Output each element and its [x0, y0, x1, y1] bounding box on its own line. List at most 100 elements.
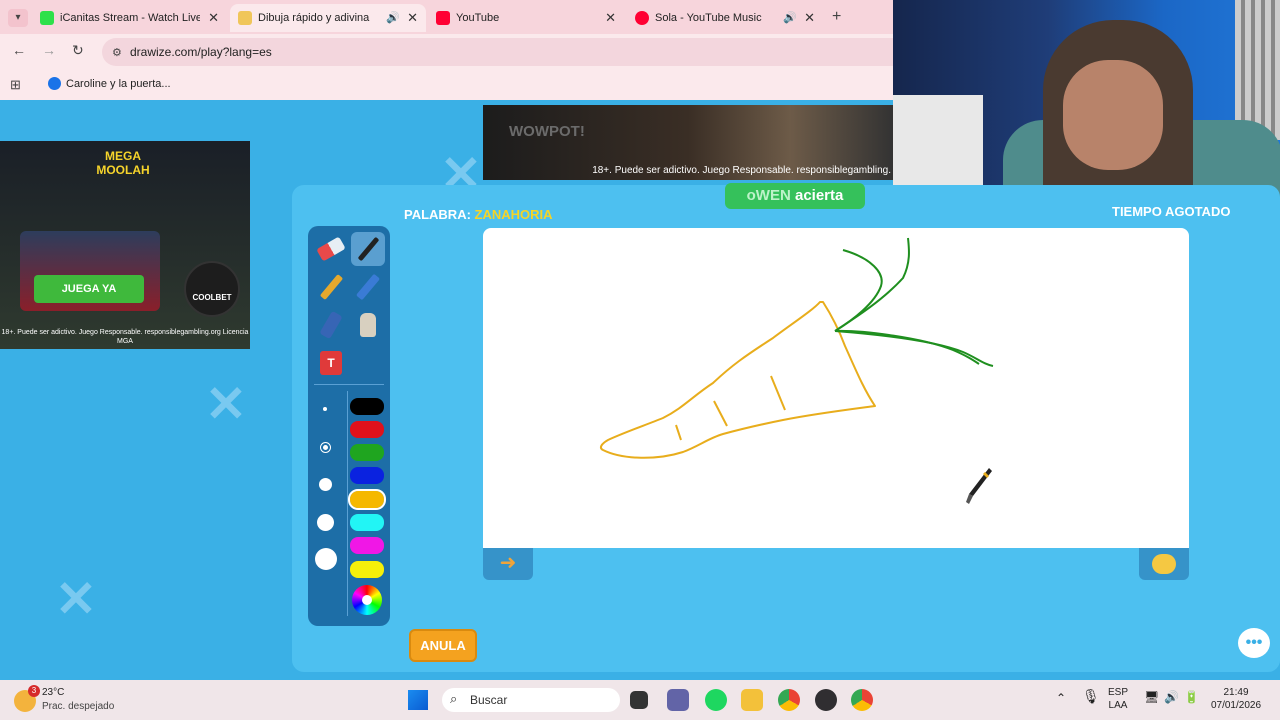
- file-explorer-icon[interactable]: [741, 689, 763, 711]
- brush-size-3[interactable]: [319, 478, 332, 491]
- tab-drawize[interactable]: Dibuja rápido y adivina 🔊 ✕: [230, 4, 426, 32]
- brush-size-4[interactable]: [317, 514, 334, 531]
- lang-bottom: LAA: [1108, 700, 1128, 711]
- anula-button[interactable]: ANULA: [409, 629, 477, 662]
- timer-status: TIEMPO AGOTADO: [1112, 204, 1231, 219]
- volume-icon[interactable]: 🔊: [1164, 691, 1179, 704]
- color-swatch-red[interactable]: [350, 421, 384, 438]
- tab-youtube-music[interactable]: Sola - YouTube Music 🔊 ✕: [627, 4, 823, 32]
- carrot-line-3: [770, 375, 786, 411]
- url-text: drawize.com/play?lang=es: [130, 45, 272, 59]
- notice-action: acierta: [794, 187, 844, 204]
- color-swatch-magenta[interactable]: [350, 537, 384, 554]
- bookmark-item[interactable]: Caroline y la puerta...: [48, 77, 171, 90]
- windows-start-icon[interactable]: [408, 690, 428, 710]
- webcam-overlay: [893, 0, 1280, 216]
- close-tab-icon[interactable]: ✕: [208, 10, 219, 26]
- show-hidden-icons-icon[interactable]: ⌃: [1056, 692, 1066, 705]
- background-x-icon: ✕: [205, 376, 247, 432]
- network-icon[interactable]: 🖥: [1144, 691, 1159, 704]
- carrot-leaf-4: [834, 329, 980, 365]
- color-swatch-cyan[interactable]: [350, 514, 384, 531]
- chrome-icon[interactable]: [778, 689, 800, 711]
- brush-size-5[interactable]: [315, 548, 337, 570]
- hand-tool-icon[interactable]: [351, 308, 385, 342]
- taskbar-search[interactable]: ⌕ Buscar: [442, 688, 620, 712]
- site-info-icon[interactable]: ⚙: [112, 46, 122, 59]
- weather-badge: 3: [28, 685, 40, 697]
- background-x-icon: ✕: [55, 571, 97, 627]
- drawing-canvas[interactable]: [483, 228, 1189, 548]
- bookmark-favicon-icon: [48, 77, 61, 90]
- icanitas-favicon-icon: [40, 11, 54, 25]
- webcam-curtain: [1235, 0, 1280, 140]
- tab-youtube[interactable]: YouTube ✕: [428, 4, 624, 32]
- spotify-icon[interactable]: [705, 689, 727, 711]
- close-tab-icon[interactable]: ✕: [605, 10, 616, 26]
- reload-icon[interactable]: ↻: [72, 42, 84, 59]
- close-tab-icon[interactable]: ✕: [407, 10, 418, 26]
- ad-badge: COOLBET: [184, 261, 240, 317]
- forward-arrow-icon[interactable]: →: [42, 42, 56, 58]
- lang-top: ESP: [1108, 687, 1129, 698]
- new-tab-icon[interactable]: +: [832, 8, 841, 26]
- carrot-body-stroke: [599, 301, 876, 459]
- carrot-drawing: [599, 237, 994, 459]
- close-tab-icon[interactable]: ✕: [804, 10, 815, 26]
- obs-icon[interactable]: [815, 689, 837, 711]
- casino-ad-banner[interactable]: MEGA MOOLAH JUEGA YA COOLBET 18+. Puede …: [0, 141, 250, 349]
- task-view-icon[interactable]: [630, 691, 648, 709]
- weather-temp: 23°C: [42, 687, 65, 698]
- chat-bubble-icon[interactable]: •••: [1238, 628, 1270, 658]
- teams-icon[interactable]: [667, 689, 689, 711]
- eraser-tool-icon[interactable]: [314, 232, 348, 266]
- color-swatch-black[interactable]: [350, 398, 384, 415]
- marker-tool-icon[interactable]: [351, 270, 385, 304]
- clock-time: 21:49: [1223, 687, 1249, 698]
- spray-tool-icon[interactable]: [314, 308, 348, 342]
- back-arrow-icon[interactable]: ←: [12, 42, 26, 58]
- youtube-music-favicon-icon: [635, 11, 649, 25]
- color-wheel-icon[interactable]: [352, 585, 382, 615]
- sizes-divider: [347, 391, 348, 616]
- ad-disclaimer: 18+. Puede ser adictivo. Juego Responsab…: [592, 165, 891, 176]
- top-ad-banner[interactable]: WOWPOT! 18+. Puede ser adictivo. Juego R…: [483, 105, 893, 180]
- audio-playing-icon[interactable]: 🔊: [783, 11, 797, 24]
- tab-list-dropdown-icon[interactable]: ▾: [8, 9, 28, 27]
- color-swatch-yellow[interactable]: [350, 561, 384, 578]
- fill-bucket-tool-icon[interactable]: T: [314, 346, 348, 380]
- pencil-tool-icon[interactable]: [314, 270, 348, 304]
- battery-icon[interactable]: 🔋: [1184, 691, 1199, 704]
- color-swatch-blue[interactable]: [350, 467, 384, 484]
- audio-playing-icon[interactable]: 🔊: [386, 11, 400, 24]
- tools-divider: [314, 384, 384, 385]
- clock-date: 07/01/2026: [1210, 700, 1262, 711]
- word-display: PALABRA: ZANAHORIA: [404, 207, 553, 222]
- color-swatch-green[interactable]: [350, 444, 384, 461]
- webcam-person-face: [1063, 60, 1163, 170]
- tab-title: iCanitas Stream - Watch Live on: [60, 12, 200, 24]
- url-bar[interactable]: ⚙ drawize.com/play?lang=es: [102, 38, 893, 66]
- search-icon: ⌕: [450, 691, 458, 706]
- brush-size-2[interactable]: [321, 443, 330, 452]
- bookmark-label: Caroline y la puerta...: [66, 77, 171, 90]
- youtube-favicon-icon: [436, 11, 450, 25]
- chrome-profile-icon[interactable]: [851, 689, 873, 711]
- tab-icanitas[interactable]: iCanitas Stream - Watch Live on ✕: [32, 4, 227, 32]
- undo-button[interactable]: ➜: [483, 548, 533, 580]
- clear-canvas-button[interactable]: [1139, 548, 1189, 580]
- weather-desc: Prac. despejado: [42, 701, 115, 712]
- word-value: ZANAHORIA: [474, 207, 553, 222]
- apps-grid-icon[interactable]: ⊞: [10, 77, 21, 93]
- ad-cta-button[interactable]: JUEGA YA: [34, 275, 144, 303]
- ad-brand: WOWPOT!: [509, 123, 585, 140]
- language-indicator[interactable]: ESP LAA: [1108, 686, 1128, 712]
- word-label: PALABRA:: [404, 207, 471, 222]
- clock[interactable]: 21:49 07/01/2026: [1206, 686, 1266, 712]
- color-swatch-orange[interactable]: [348, 489, 386, 510]
- tab-title: Sola - YouTube Music: [655, 12, 762, 24]
- microphone-icon[interactable]: 🎙: [1082, 689, 1100, 703]
- brush-tool-icon[interactable]: [351, 232, 385, 266]
- brush-size-1[interactable]: [323, 407, 327, 411]
- carrot-leaf-3: [834, 330, 994, 367]
